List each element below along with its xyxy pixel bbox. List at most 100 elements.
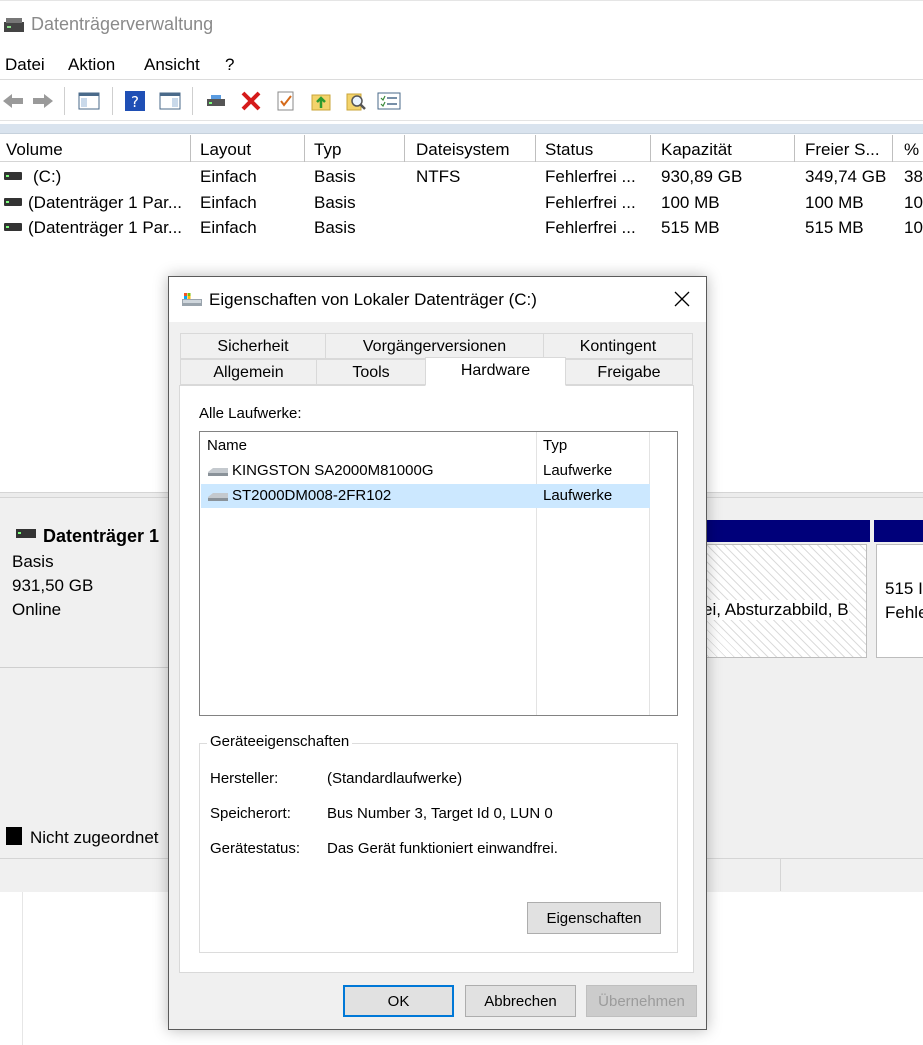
disk-name: Datenträger 1 [43, 526, 160, 546]
partition-header-bar [700, 520, 870, 542]
tab-kontingent[interactable]: Kontingent [543, 333, 693, 359]
toolbar-separator [64, 87, 65, 115]
volume-layout: Einfach [200, 218, 257, 237]
disk-icon [16, 529, 36, 538]
main-window-title: Datenträgerverwaltung [31, 14, 214, 34]
hard-drive-icon [208, 493, 228, 501]
col-header-volume[interactable]: Volume [0, 135, 191, 162]
properties-check-icon[interactable] [273, 88, 299, 114]
main-title-bar: Datenträgerverwaltung [0, 0, 923, 50]
search-icon[interactable] [343, 88, 369, 114]
legend-swatch-unassigned [6, 827, 22, 845]
menu-help[interactable]: ? [225, 55, 234, 75]
partition-block[interactable]: 515 I Fehle [876, 544, 923, 658]
col-header-percent[interactable]: % [898, 135, 923, 162]
forward-arrow-icon[interactable] [30, 88, 56, 114]
drive-c-icon [182, 293, 202, 306]
drives-list[interactable]: Name Typ KINGSTON SA2000M81000G Laufwerk… [199, 431, 678, 716]
ok-button[interactable]: OK [343, 985, 454, 1017]
tab-vorgaengerversionen[interactable]: Vorgängerversionen [325, 333, 544, 359]
volume-row[interactable]: (Datenträger 1 Par... Einfach Basis Fehl… [0, 215, 923, 240]
volume-layout: Einfach [200, 167, 257, 186]
drive-type: Laufwerke [543, 487, 613, 504]
col-header-freier-speicher[interactable]: Freier S... [799, 135, 893, 162]
close-icon [674, 291, 690, 307]
divider [22, 892, 23, 1045]
toolbar: ? [0, 81, 923, 121]
disk-info-panel[interactable]: Datenträger 1 Basis 931,50 GB Online [0, 518, 175, 668]
device-status-label: Gerätestatus: [210, 840, 301, 857]
partition-label: ei, Absturzabbild, B [703, 600, 849, 620]
dialog-title: Eigenschaften von Lokaler Datenträger (C… [209, 290, 537, 309]
menu-ansicht[interactable]: Ansicht [144, 55, 200, 75]
drive-icon [4, 223, 22, 231]
volume-percent: 10 [904, 193, 923, 212]
device-properties-button[interactable]: Eigenschaften [527, 902, 661, 934]
col-header-status[interactable]: Status [539, 135, 651, 162]
partition-header-bar [874, 520, 923, 542]
all-drives-label: Alle Laufwerke: [199, 405, 302, 422]
action-pane-icon[interactable] [157, 88, 183, 114]
list-item[interactable]: KINGSTON SA2000M81000G Laufwerke [201, 459, 650, 483]
volume-filesystem: NTFS [416, 167, 461, 186]
col-header-typ[interactable]: Typ [308, 135, 405, 162]
volume-capacity: 515 MB [661, 218, 720, 237]
menu-aktion[interactable]: Aktion [68, 55, 115, 75]
volume-capacity: 100 MB [661, 193, 720, 212]
menu-datei[interactable]: Datei [5, 55, 45, 75]
tab-tools[interactable]: Tools [316, 359, 426, 385]
list-header-name[interactable]: Name [207, 437, 247, 454]
toolbar-separator [192, 87, 193, 115]
hard-drive-icon [208, 468, 228, 476]
tab-sicherheit[interactable]: Sicherheit [180, 333, 326, 359]
volume-name: (Datenträger 1 Par... [28, 218, 183, 237]
tab-freigabe[interactable]: Freigabe [565, 359, 693, 385]
partition-size: 515 I [885, 579, 923, 598]
location-label: Speicherort: [210, 805, 291, 822]
legend-label-unassigned: Nicht zugeordnet [30, 828, 159, 847]
tab-hardware[interactable]: Hardware [425, 357, 566, 386]
drive-icon [4, 198, 22, 206]
list-item-selected[interactable]: ST2000DM008-2FR102 Laufwerke [201, 484, 650, 508]
volume-free: 100 MB [805, 193, 864, 212]
volume-status: Fehlerfrei ... [545, 167, 636, 186]
col-header-layout[interactable]: Layout [194, 135, 305, 162]
disk-type: Basis [12, 552, 54, 571]
list-icon[interactable] [376, 88, 402, 114]
close-button[interactable] [664, 283, 700, 315]
volume-typ: Basis [314, 218, 356, 237]
disk-state: Online [12, 600, 62, 619]
volume-name: (Datenträger 1 Par... [28, 193, 183, 212]
back-arrow-icon[interactable] [0, 88, 26, 114]
drive-name: ST2000DM008-2FR102 [232, 487, 392, 504]
connect-icon[interactable] [203, 88, 229, 114]
volume-percent: 10 [904, 218, 923, 237]
device-properties-group: Geräteeigenschaften Hersteller: (Standar… [199, 733, 678, 953]
volume-typ: Basis [314, 167, 356, 186]
device-properties-title: Geräteeigenschaften [207, 733, 353, 750]
list-header-typ[interactable]: Typ [543, 437, 567, 454]
properties-dialog: Eigenschaften von Lokaler Datenträger (C… [168, 276, 707, 1030]
volume-row[interactable]: (C:) Einfach Basis NTFS Fehlerfrei ... 9… [0, 164, 923, 189]
pane-separator-band [0, 124, 923, 134]
disk-management-icon [4, 18, 24, 32]
drives-list-header: Name Typ [200, 432, 677, 458]
manufacturer-value: (Standardlaufwerke) [327, 770, 463, 787]
help-icon[interactable]: ? [122, 88, 148, 114]
console-tree-icon[interactable] [76, 88, 102, 114]
col-header-dateisystem[interactable]: Dateisystem [410, 135, 536, 162]
up-folder-icon[interactable] [308, 88, 334, 114]
cancel-button[interactable]: Abbrechen [465, 985, 576, 1017]
col-header-kapazitaet[interactable]: Kapazität [655, 135, 795, 162]
volume-row[interactable]: (Datenträger 1 Par... Einfach Basis Fehl… [0, 190, 923, 215]
device-status-value: Das Gerät funktioniert einwandfrei. [327, 840, 558, 857]
drive-name: KINGSTON SA2000M81000G [232, 462, 434, 479]
delete-icon[interactable] [238, 88, 264, 114]
apply-button[interactable]: Übernehmen [586, 985, 697, 1017]
hardware-tab-panel: Alle Laufwerke: Name Typ KINGSTON SA2000… [179, 385, 694, 973]
tab-allgemein[interactable]: Allgemein [180, 359, 317, 385]
svg-text:?: ? [131, 93, 139, 111]
volume-free: 349,74 GB [805, 167, 887, 186]
partition-block[interactable]: ei, Absturzabbild, B [700, 544, 867, 658]
drive-icon [4, 172, 22, 180]
